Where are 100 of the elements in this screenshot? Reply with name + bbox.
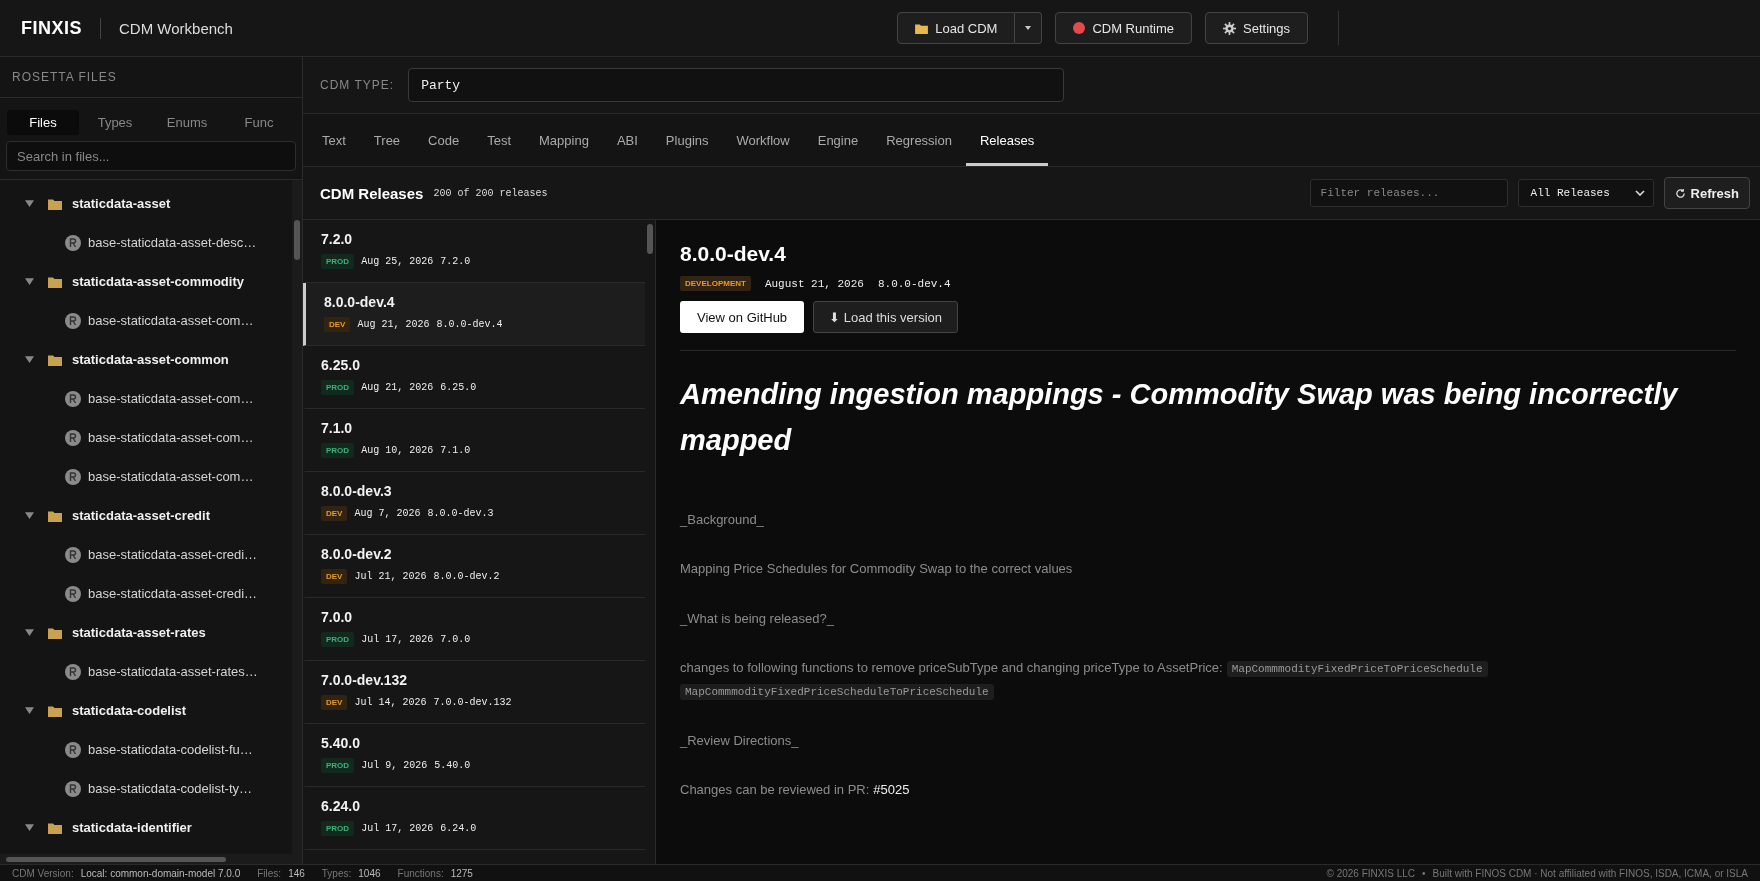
release-item[interactable]: 7.0.0 PROD Jul 17, 2026 7.0.0: [303, 598, 645, 661]
file-icon: [65, 546, 81, 563]
file-icon: [65, 780, 81, 797]
file-item[interactable]: base-staticdata-asset-desc…: [0, 223, 292, 262]
refresh-button[interactable]: Refresh: [1663, 177, 1750, 209]
release-badge: PROD: [321, 380, 355, 395]
tab[interactable]: Test: [473, 114, 525, 166]
release-badge: DEV: [324, 317, 351, 332]
folder-icon: [48, 275, 62, 288]
folder-item[interactable]: staticdata-asset-commodity: [0, 262, 292, 301]
release-dropdown[interactable]: All Releases: [1517, 179, 1654, 207]
release-badge: PROD: [321, 758, 355, 773]
release-item[interactable]: 8.0.0-dev.3 DEV Aug 7, 2026 8.0.0-dev.3: [303, 472, 645, 535]
scrollbar[interactable]: [0, 854, 302, 864]
sidebar-tab[interactable]: Types: [79, 110, 151, 135]
tab[interactable]: Code: [414, 114, 474, 166]
release-badge: DEV: [321, 695, 348, 710]
file-item[interactable]: base-staticdata-asset-rates…: [0, 652, 292, 691]
file-icon: [65, 234, 81, 251]
status-value: Local: common-domain-model 7.0.0: [80, 867, 241, 879]
folder-item[interactable]: staticdata-asset-common: [0, 340, 292, 379]
folder-icon: [48, 626, 62, 639]
file-icon: [65, 663, 81, 680]
load-button[interactable]: Load CDM: [897, 12, 1016, 44]
folder-item[interactable]: staticdata-identifier: [0, 808, 292, 847]
tab[interactable]: Regression: [872, 114, 966, 166]
folder-icon: [48, 353, 62, 366]
folder-item[interactable]: staticdata-asset-rates: [0, 613, 292, 652]
search-field[interactable]: Search in files...: [6, 141, 296, 171]
chevron-icon: [1634, 190, 1645, 196]
sidebar-tab[interactable]: Enums: [151, 110, 223, 135]
status-value: 1275: [450, 867, 473, 879]
folder-item[interactable]: staticdata-codelist: [0, 691, 292, 730]
tab[interactable]: Plugins: [651, 114, 723, 166]
file-item[interactable]: base-staticdata-asset-com…: [0, 418, 292, 457]
section-title: CDM Releases: [320, 184, 424, 202]
release-item[interactable]: 5.40.0 PROD Jul 9, 2026 5.40.0: [303, 724, 645, 787]
separator-text: •: [1422, 867, 1426, 879]
runtime-button[interactable]: CDM Runtime: [1055, 12, 1192, 44]
paragraph-text: Mapping Price Schedules for Commodity Swap to the correct values: [680, 561, 1073, 577]
tab[interactable]: Tree: [359, 114, 415, 166]
release-title: 8.0.0-dev.4: [680, 242, 787, 266]
dropdown-button[interactable]: [1015, 12, 1043, 44]
release-item[interactable]: 8.0.0-dev.4 DEV Aug 21, 2026 8.0.0-dev.4: [303, 283, 645, 346]
file-icon: [65, 741, 81, 758]
folder-item[interactable]: staticdata-asset-credit: [0, 496, 292, 535]
pr-link[interactable]: #5025: [873, 782, 910, 798]
file-item[interactable]: base-staticdata-codelist-ty…: [0, 769, 292, 808]
code-chip: MapCommmodityFixedPriceToPriceSchedule: [1226, 660, 1488, 677]
sidebar-tab[interactable]: Files: [7, 110, 79, 135]
release-badge: PROD: [321, 254, 355, 269]
status-label: Files:: [257, 867, 282, 879]
release-badge: DEV: [321, 506, 348, 521]
paragraph-text: changes to following functions to remove priceSubType and changing priceType to AssetPrice:: [680, 659, 1223, 675]
file-icon: [65, 390, 81, 407]
release-item[interactable]: 8.0.0-dev.2 DEV Jul 21, 2026 8.0.0-dev.2: [303, 535, 645, 598]
tab[interactable]: Workflow: [722, 114, 804, 166]
file-icon: [65, 585, 81, 602]
file-item[interactable]: base-staticdata-codelist-fu…: [0, 730, 292, 769]
tab[interactable]: ABI: [602, 114, 652, 166]
file-item[interactable]: base-staticdata-asset-credi…: [0, 574, 292, 613]
tab[interactable]: Mapping: [525, 114, 603, 166]
status-value: 1046: [358, 867, 381, 879]
filter-field[interactable]: Filter releases...: [1309, 179, 1508, 207]
release-item[interactable]: 6.25.0 PROD Aug 21, 2026 6.25.0: [303, 346, 645, 409]
tab[interactable]: Text: [308, 114, 360, 166]
file-item[interactable]: base-staticdata-asset-com…: [0, 457, 292, 496]
file-icon: [65, 312, 81, 329]
release-heading: Amending ingestion mappings - Commodity Swap was being incorrectly mapped: [680, 377, 1680, 459]
load-version-button[interactable]: ⬇ Load this version: [813, 301, 958, 333]
field-label: CDM TYPE:: [320, 78, 395, 92]
file-item[interactable]: base-staticdata-asset-com…: [0, 301, 292, 340]
tab[interactable]: Engine: [803, 114, 873, 166]
release-item[interactable]: 7.0.0-dev.132 DEV Jul 14, 2026 7.0.0-dev.132: [303, 661, 645, 724]
release-badge: PROD: [321, 443, 355, 458]
folder-icon: [48, 509, 62, 522]
scrollbar[interactable]: [292, 180, 302, 854]
disclaimer-text: Built with FINOS CDM · Not affiliated with FINOS, ISDA, ICMA, or ISLA: [1432, 867, 1748, 879]
release-count: 200 of 200 releases: [433, 187, 548, 199]
release-item[interactable]: 7.1.0 PROD Aug 10, 2026 7.1.0: [303, 409, 645, 472]
github-button[interactable]: View on GitHub: [680, 301, 805, 333]
file-item[interactable]: base-staticdata-asset-credi…: [0, 535, 292, 574]
folder-item[interactable]: staticdata-asset: [0, 184, 292, 223]
release-date: August 21, 2026: [764, 277, 864, 290]
file-item[interactable]: base-staticdata-asset-com…: [0, 379, 292, 418]
sidebar-tab[interactable]: Func: [223, 110, 295, 135]
refresh-icon: [1674, 187, 1686, 199]
app-title: CDM Workbench: [119, 19, 233, 37]
logo: FINXIS: [21, 17, 101, 39]
settings-button[interactable]: Settings: [1205, 12, 1308, 44]
type-field[interactable]: Party: [408, 68, 1065, 102]
file-icon: [65, 429, 81, 446]
code-chip: MapCommmodityFixedPriceScheduleToPriceSchedule: [680, 684, 994, 701]
release-item[interactable]: 6.24.0 PROD Jul 17, 2026 6.24.0: [303, 787, 645, 850]
settings-icon: [1223, 21, 1236, 35]
paragraph-text: _What is being released?_: [680, 610, 834, 626]
folder-icon: [48, 821, 62, 834]
sidebar-title: ROSETTA FILES: [0, 57, 302, 98]
paragraph-text: Changes can be reviewed in PR:: [680, 782, 870, 798]
status-label: Functions:: [397, 867, 444, 879]
